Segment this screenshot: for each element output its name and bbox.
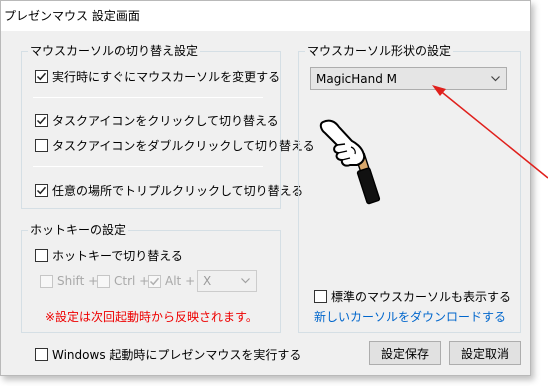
hotkey-key-value: X [203,274,212,288]
title-bar: プレゼンマウス 設定画面 [1,1,530,31]
checkbox-box[interactable] [35,249,48,262]
checkbox-label: Alt + [165,274,196,288]
show-standard-cursor-checkbox[interactable]: 標準のマウスカーソルも表示する [314,288,511,305]
task-icon-click-checkbox[interactable]: タスクアイコンをクリックして切り替える [35,112,279,129]
cursor-shape-label: マウスカーソル形状の設定 [305,43,454,59]
hotkey-enable-checkbox[interactable]: ホットキーで切り替える [35,247,183,264]
cancel-settings-button[interactable]: 設定取消 [449,341,521,365]
checkbox-box[interactable] [35,114,48,127]
checkbox-label: タスクアイコンをクリックして切り替える [52,114,279,128]
checkbox-label: 任意の場所でトリプルクリックして切り替える [52,184,304,198]
checkbox-label: 実行時にすぐにマウスカーソルを変更する [52,70,281,84]
checkmark-icon [36,72,47,81]
settings-window: プレゼンマウス 設定画面 マウスカーソルの切り替え設定 実行時にすぐにマウスカー… [0,0,531,376]
separator [33,166,263,167]
ctrl-modifier-checkbox[interactable]: Ctrl + [97,274,149,288]
alt-modifier-checkbox[interactable]: Alt + [148,274,195,288]
checkbox-label: ホットキーで切り替える [52,249,183,263]
cursor-shape-value: MagicHand M [316,71,398,86]
separator [33,97,263,98]
checkbox-label: タスクアイコンをダブルクリックして切り替える [52,139,315,153]
chevron-down-icon [241,278,250,284]
switch-settings-label: マウスカーソルの切り替え設定 [28,43,201,59]
checkbox-box[interactable] [148,274,161,288]
checkbox-box[interactable] [40,274,53,288]
checkmark-icon [36,116,47,125]
pointing-hand-cursor-icon [319,119,381,205]
checkbox-box[interactable] [35,348,48,361]
shift-modifier-checkbox[interactable]: Shift + [40,274,98,288]
checkbox-box[interactable] [314,290,327,303]
task-icon-double-click-checkbox[interactable]: タスクアイコンをダブルクリックして切り替える [35,137,315,154]
checkbox-box[interactable] [97,274,110,288]
checkbox-label: Shift + [57,274,99,288]
change-cursor-on-run-checkbox[interactable]: 実行時にすぐにマウスカーソルを変更する [35,68,280,85]
restart-note: ※設定は次回起動時から反映されます。 [45,310,258,324]
triple-click-anywhere-checkbox[interactable]: 任意の場所でトリプルクリックして切り替える [35,182,303,199]
checkbox-label: Windows 起動時にプレゼンマウスを実行する [52,348,302,362]
hotkey-settings-label: ホットキーの設定 [28,222,129,238]
cursor-shape-select[interactable]: MagicHand M [310,67,507,90]
chevron-down-icon [491,75,500,81]
save-settings-button[interactable]: 設定保存 [369,341,441,365]
checkmark-icon [149,277,160,285]
checkbox-label: 標準のマウスカーソルも表示する [331,290,512,304]
hotkey-key-select[interactable]: X [197,270,257,292]
download-cursor-link[interactable]: 新しいカーソルをダウンロードする [314,308,506,325]
checkbox-label: Ctrl + [114,274,150,288]
checkbox-box[interactable] [35,70,48,83]
run-at-startup-checkbox[interactable]: Windows 起動時にプレゼンマウスを実行する [35,346,301,363]
checkbox-box[interactable] [35,139,48,152]
window-title: プレゼンマウス 設定画面 [4,9,140,23]
checkmark-icon [36,186,47,195]
checkbox-box[interactable] [35,184,48,197]
